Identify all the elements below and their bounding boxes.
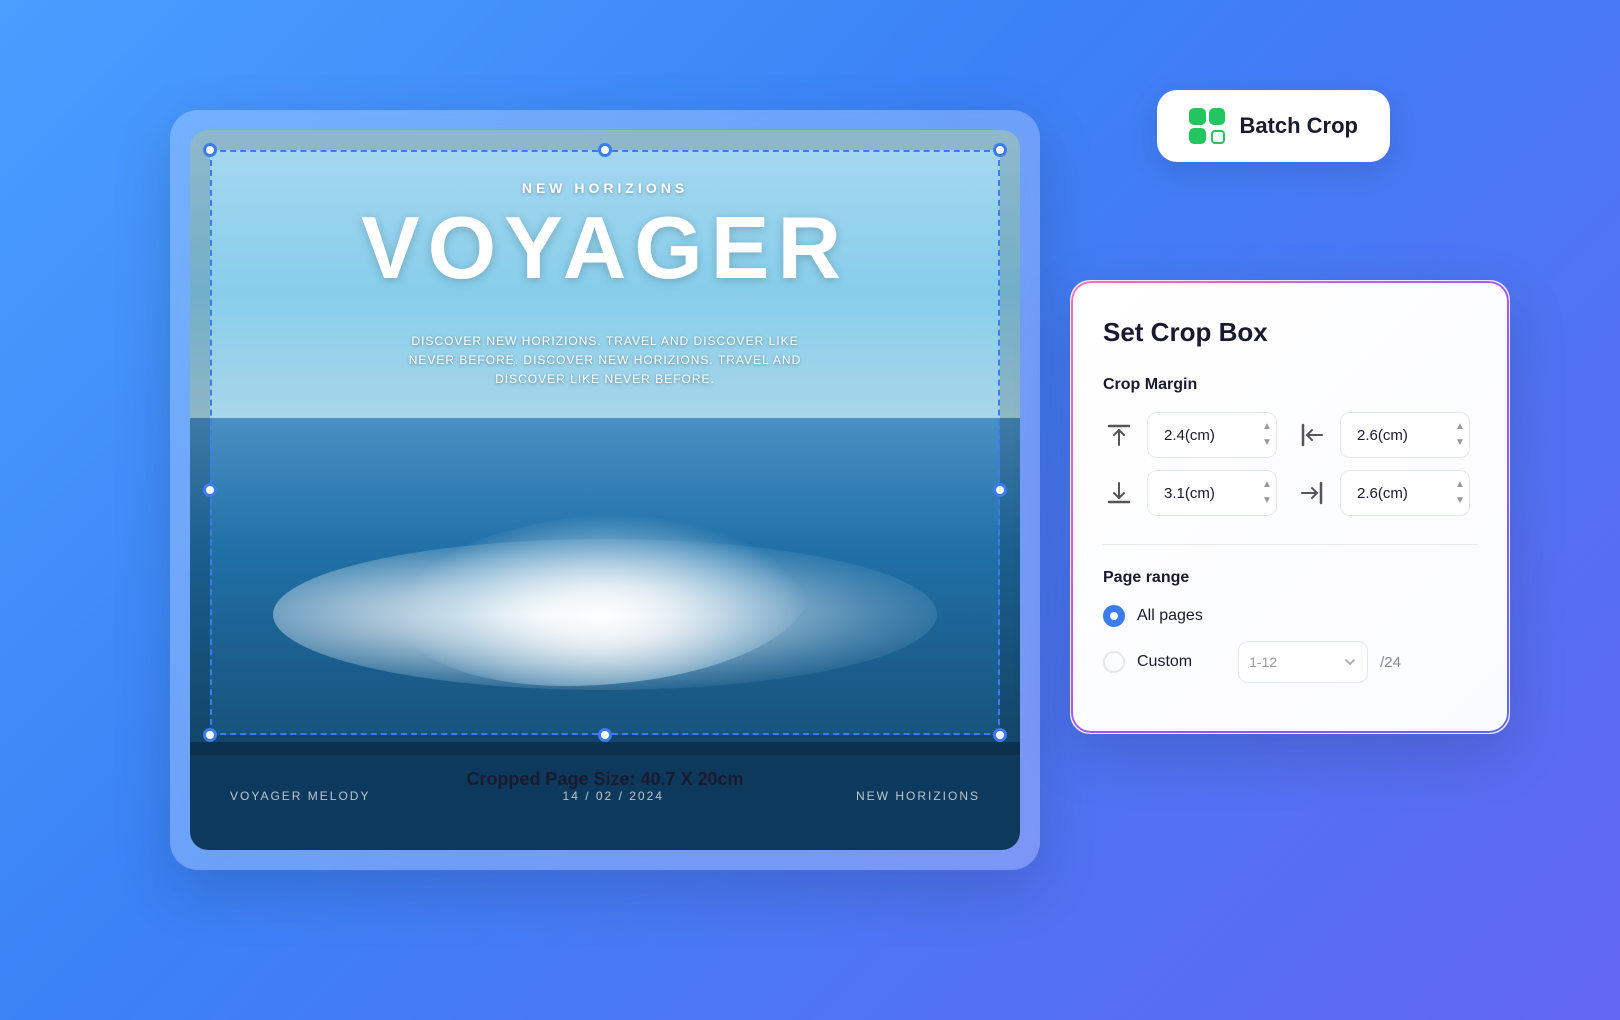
margin-grid: ▲ ▼ ▲ ▼ (1103, 412, 1477, 516)
batch-crop-icon (1189, 108, 1225, 144)
custom-label: Custom (1137, 653, 1192, 671)
margin-left-icon (1296, 419, 1328, 451)
pdf-subtitle: NEW HORIZIONS (522, 180, 688, 196)
page-range-value: 1-12 (1249, 654, 1277, 670)
crop-handle-br[interactable] (993, 728, 1007, 742)
right-margin-down[interactable]: ▼ (1451, 494, 1469, 508)
pdf-text-overlay: NEW HORIZIONS VOYAGER DISCOVER NEW HORIZ… (190, 130, 1020, 742)
crop-handle-bl[interactable] (203, 728, 217, 742)
bottom-margin-down[interactable]: ▼ (1258, 494, 1276, 508)
left-margin-spinners: ▲ ▼ (1451, 420, 1469, 450)
crop-margin-label: Crop Margin (1103, 376, 1477, 394)
custom-radio[interactable] (1103, 651, 1125, 673)
crop-handle-tr[interactable] (993, 143, 1007, 157)
batch-crop-label: Batch Crop (1239, 113, 1358, 139)
bottom-margin-up[interactable]: ▲ (1258, 478, 1276, 492)
page-range-input[interactable]: 1-12 (1238, 641, 1368, 683)
crop-handle-mr[interactable] (993, 483, 1007, 497)
crop-handle-tc[interactable] (598, 143, 612, 157)
pdf-body-text: DISCOVER NEW HORIZIONS. TRAVEL AND DISCO… (405, 332, 805, 390)
margin-bottom-icon (1103, 477, 1135, 509)
pdf-bottom-right: NEW HORIZIONS (856, 789, 980, 803)
top-margin-spinners: ▲ ▼ (1258, 420, 1276, 450)
right-margin-wrap: ▲ ▼ (1340, 470, 1477, 516)
batch-crop-button[interactable]: Batch Crop (1157, 90, 1390, 162)
all-pages-label: All pages (1137, 607, 1203, 625)
crop-size-label: Cropped Page Size: 40.7 X 20cm (190, 769, 1020, 790)
crop-handle-bc[interactable] (598, 728, 612, 742)
divider (1103, 544, 1477, 545)
pdf-viewer-card: NEW HORIZIONS VOYAGER DISCOVER NEW HORIZ… (170, 110, 1040, 870)
bottom-margin-wrap: ▲ ▼ (1147, 470, 1284, 516)
pdf-bottom-center: 14 / 02 / 2024 (563, 789, 664, 803)
main-scene: NEW HORIZIONS VOYAGER DISCOVER NEW HORIZ… (110, 80, 1510, 940)
pdf-bottom-left: VOYAGER MELODY (230, 789, 370, 803)
custom-range-wrap: 1-12 /24 (1238, 641, 1401, 683)
left-margin-up[interactable]: ▲ (1451, 420, 1469, 434)
crop-panel: Set Crop Box Crop Margin ▲ ▼ (1070, 280, 1510, 734)
crop-handle-ml[interactable] (203, 483, 217, 497)
pdf-bottom-bar: VOYAGER MELODY 14 / 02 / 2024 NEW HORIZI… (190, 742, 1020, 850)
right-margin-spinners: ▲ ▼ (1451, 478, 1469, 508)
top-margin-up[interactable]: ▲ (1258, 420, 1276, 434)
panel-title: Set Crop Box (1103, 317, 1477, 348)
margin-right-icon (1296, 477, 1328, 509)
page-range-total: /24 (1380, 654, 1401, 671)
bottom-margin-spinners: ▲ ▼ (1258, 478, 1276, 508)
crop-mask-right (1000, 150, 1020, 735)
crop-handle-tl[interactable] (203, 143, 217, 157)
pdf-title: VOYAGER (361, 204, 849, 292)
crop-mask-left (190, 150, 210, 735)
all-pages-row[interactable]: All pages (1103, 605, 1477, 627)
left-margin-down[interactable]: ▼ (1451, 436, 1469, 450)
pdf-inner: NEW HORIZIONS VOYAGER DISCOVER NEW HORIZ… (190, 130, 1020, 850)
all-pages-radio[interactable] (1103, 605, 1125, 627)
top-margin-wrap: ▲ ▼ (1147, 412, 1284, 458)
left-margin-wrap: ▲ ▼ (1340, 412, 1477, 458)
top-margin-down[interactable]: ▼ (1258, 436, 1276, 450)
right-margin-up[interactable]: ▲ (1451, 478, 1469, 492)
custom-radio-row[interactable]: Custom 1-12 /24 (1103, 641, 1477, 683)
margin-top-icon (1103, 419, 1135, 451)
page-range-label: Page range (1103, 569, 1477, 587)
